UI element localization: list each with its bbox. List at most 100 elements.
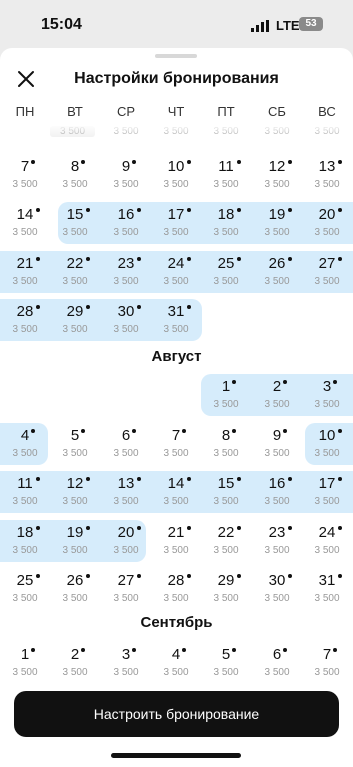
day-number: 15	[66, 206, 84, 223]
day-number: 16	[117, 206, 135, 223]
calendar-day[interactable]: 7 3 500	[302, 642, 352, 684]
calendar-day[interactable]: 3 3 500	[101, 642, 151, 684]
calendar-day[interactable]: 25 3 500	[201, 251, 251, 293]
day-price: 3 500	[213, 667, 239, 678]
calendar-day[interactable]: 17 3 500	[302, 471, 352, 513]
calendar-day[interactable]: 28 3 500	[151, 568, 201, 610]
calendar-day[interactable]: 20 3 500	[101, 520, 151, 562]
calendar-day[interactable]: 27 3 500	[101, 568, 151, 610]
calendar-day[interactable]: 4 3 500	[0, 423, 50, 465]
calendar-day[interactable]: 25 3 500	[0, 568, 50, 610]
calendar-day[interactable]: 9 3 500	[101, 154, 151, 196]
calendar-day[interactable]: 2 3 500	[50, 642, 100, 684]
availability-dot-icon	[81, 160, 85, 164]
availability-dot-icon	[187, 160, 191, 164]
calendar-day[interactable]: 22 3 500	[50, 251, 100, 293]
day-price: 3 500	[62, 324, 88, 335]
calendar-day[interactable]: 12 3 500	[252, 154, 302, 196]
calendar-day[interactable]: 1 3 500	[0, 642, 50, 684]
availability-dot-icon	[86, 526, 90, 530]
day-number: 17	[167, 206, 185, 223]
availability-dot-icon	[338, 208, 342, 212]
day-number: 26	[66, 572, 84, 589]
calendar-day[interactable]: 8 3 500	[50, 154, 100, 196]
calendar-day[interactable]: 7 3 500	[151, 423, 201, 465]
calendar-day[interactable]: 24 3 500	[151, 251, 201, 293]
calendar-day[interactable]: 26 3 500	[252, 251, 302, 293]
day-number: 11	[218, 158, 234, 175]
calendar-day[interactable]: 12 3 500	[50, 471, 100, 513]
day-price: 3 500	[62, 667, 88, 678]
calendar-day[interactable]: 23 3 500	[252, 520, 302, 562]
calendar-day[interactable]: 15 3 500	[50, 202, 100, 244]
calendar-day[interactable]: 19 3 500	[252, 202, 302, 244]
calendar-day[interactable]: 18 3 500	[0, 520, 50, 562]
calendar-day[interactable]: 2 3 500	[252, 374, 302, 416]
calendar-day[interactable]: 16 3 500	[101, 202, 151, 244]
day-number: 16	[268, 475, 286, 492]
status-bar: 15:04 LTE 53	[0, 0, 353, 48]
day-number: 27	[318, 255, 336, 272]
calendar-day[interactable]: 21 3 500	[151, 520, 201, 562]
availability-dot-icon	[182, 429, 186, 433]
calendar-day[interactable]: 7 3 500	[0, 154, 50, 196]
day-number: 1	[221, 378, 231, 395]
day-number: 12	[268, 158, 286, 175]
calendar-day[interactable]: 6 3 500	[101, 423, 151, 465]
availability-dot-icon	[237, 257, 241, 261]
calendar-day[interactable]: 31 3 500	[302, 568, 352, 610]
calendar-day[interactable]: 1 3 500	[201, 374, 251, 416]
day-number: 7	[20, 158, 30, 175]
calendar-day[interactable]: 29 3 500	[50, 299, 100, 341]
calendar-day[interactable]: 23 3 500	[101, 251, 151, 293]
calendar-day[interactable]: 5 3 500	[201, 642, 251, 684]
calendar-day[interactable]: 3 3 500	[302, 374, 352, 416]
day-number: 23	[268, 524, 286, 541]
calendar-day[interactable]: 8 3 500	[201, 423, 251, 465]
calendar-day[interactable]: 24 3 500	[302, 520, 352, 562]
calendar-day[interactable]: 6 3 500	[252, 642, 302, 684]
day-number: 10	[167, 158, 185, 175]
calendar-day[interactable]: 13 3 500	[101, 471, 151, 513]
calendar-day[interactable]: 28 3 500	[0, 299, 50, 341]
calendar-day[interactable]: 9 3 500	[252, 423, 302, 465]
availability-dot-icon	[86, 574, 90, 578]
day-price: 3 500	[264, 667, 290, 678]
calendar-day[interactable]: 13 3 500	[302, 154, 352, 196]
calendar-day[interactable]: 21 3 500	[0, 251, 50, 293]
day-price: 3 500	[62, 179, 88, 190]
day-price: 3 500	[113, 324, 139, 335]
availability-dot-icon	[137, 305, 141, 309]
calendar-day[interactable]: 14 3 500	[0, 202, 50, 244]
day-number: 13	[318, 158, 336, 175]
day-number: 15	[217, 475, 235, 492]
calendar-day[interactable]: 19 3 500	[50, 520, 100, 562]
day-price: 3 500	[62, 276, 88, 287]
calendar-day[interactable]: 14 3 500	[151, 471, 201, 513]
calendar-day[interactable]: 30 3 500	[101, 299, 151, 341]
availability-dot-icon	[36, 257, 40, 261]
calendar-day[interactable]: 4 3 500	[151, 642, 201, 684]
calendar-day[interactable]: 20 3 500	[302, 202, 352, 244]
configure-booking-button[interactable]: Настроить бронирование	[14, 691, 339, 737]
calendar-day[interactable]: 11 3 500	[0, 471, 50, 513]
status-time: 15:04	[41, 16, 82, 33]
calendar-day[interactable]: 26 3 500	[50, 568, 100, 610]
calendar-day[interactable]: 17 3 500	[151, 202, 201, 244]
calendar-day[interactable]: 18 3 500	[201, 202, 251, 244]
availability-dot-icon	[31, 429, 35, 433]
availability-dot-icon	[232, 648, 236, 652]
calendar-day[interactable]: 29 3 500	[201, 568, 251, 610]
calendar-day[interactable]: 15 3 500	[201, 471, 251, 513]
calendar-day[interactable]: 31 3 500	[151, 299, 201, 341]
calendar-day[interactable]: 27 3 500	[302, 251, 352, 293]
calendar-day[interactable]: 5 3 500	[50, 423, 100, 465]
calendar-day[interactable]: 10 3 500	[302, 423, 352, 465]
calendar-day[interactable]: 11 3 500	[201, 154, 251, 196]
drag-handle[interactable]	[155, 54, 197, 58]
calendar-day[interactable]: 16 3 500	[252, 471, 302, 513]
calendar-day[interactable]: 22 3 500	[201, 520, 251, 562]
day-number: 28	[167, 572, 185, 589]
calendar-day[interactable]: 30 3 500	[252, 568, 302, 610]
calendar-day[interactable]: 10 3 500	[151, 154, 201, 196]
